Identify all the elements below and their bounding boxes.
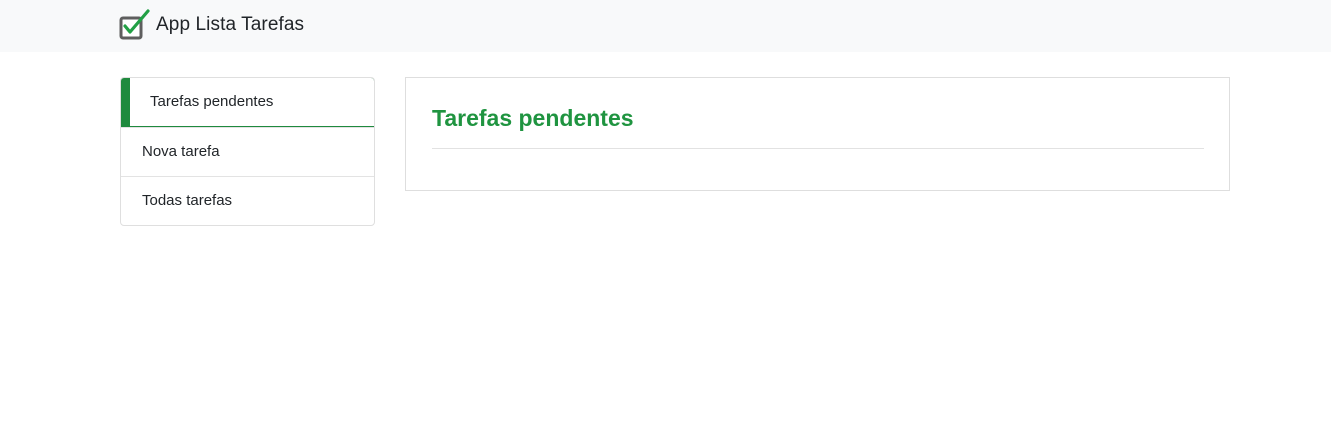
- menu-item-nova-tarefa[interactable]: Nova tarefa: [121, 127, 374, 176]
- title-divider: [432, 148, 1204, 149]
- navbar: App Lista Tarefas: [0, 0, 1331, 52]
- menu-item-todas-tarefas[interactable]: Todas tarefas: [121, 176, 374, 225]
- brand-link[interactable]: App Lista Tarefas: [119, 9, 304, 41]
- menu-item-tarefas-pendentes[interactable]: Tarefas pendentes: [121, 78, 374, 127]
- page-title: Tarefas pendentes: [432, 105, 634, 131]
- sidebar-menu: Tarefas pendentes Nova tarefa Todas tare…: [120, 77, 375, 226]
- checkbox-check-icon: [119, 9, 150, 40]
- brand-title: App Lista Tarefas: [156, 14, 305, 35]
- content-panel: Tarefas pendentes: [405, 77, 1230, 191]
